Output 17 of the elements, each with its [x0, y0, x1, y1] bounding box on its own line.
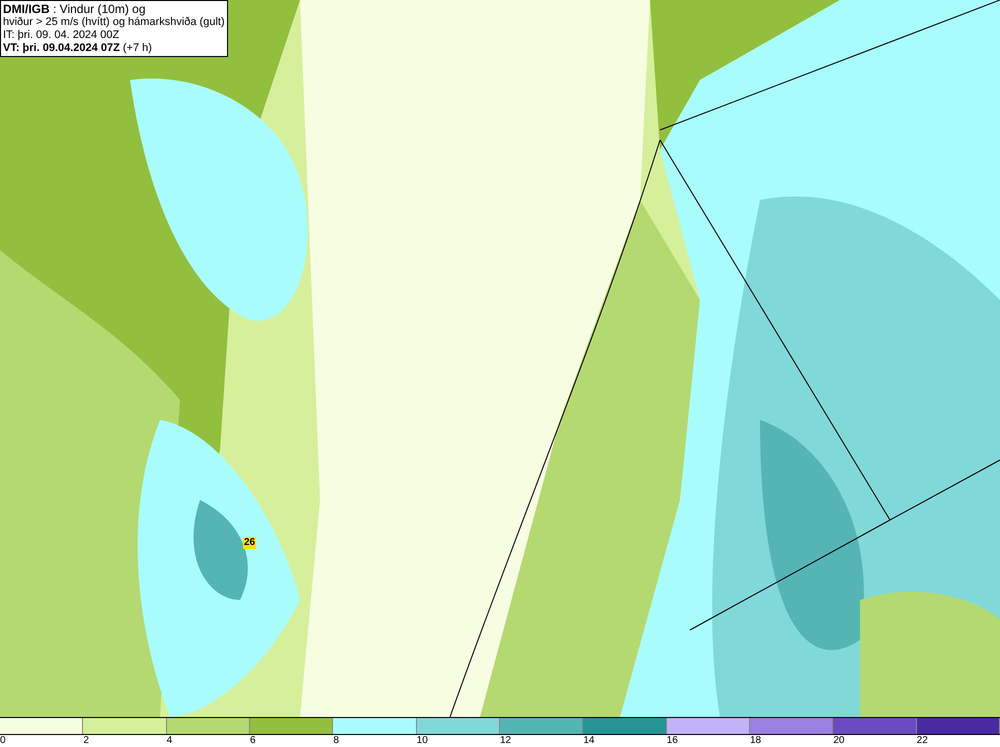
legend-label: 14: [583, 735, 594, 747]
gust-marker: 26: [243, 537, 256, 549]
map-title: DMI/IGB : Vindur (10m) og: [3, 2, 146, 16]
legend-label: 12: [500, 735, 512, 747]
info-text: IT: þri. 09. 04. 2024 00Z: [3, 29, 120, 42]
legend-label: 10: [416, 735, 428, 747]
info-text: VT: þri. 09.04.2024 07Z (+7 h): [3, 42, 153, 55]
legend-label: 16: [666, 735, 678, 747]
legend-label: 0: [0, 735, 6, 747]
legend-label: 22: [916, 735, 928, 747]
legend-label: 6: [250, 735, 256, 747]
legend-label: 2: [83, 735, 89, 747]
legend-label: 8: [333, 735, 339, 747]
info-text: hviður > 25 m/s (hvítt) og hámarkshviða (gult): [3, 16, 225, 29]
legend-label: 18: [750, 735, 762, 747]
legend-label: 4: [166, 735, 172, 747]
legend-label: 20: [833, 735, 844, 747]
